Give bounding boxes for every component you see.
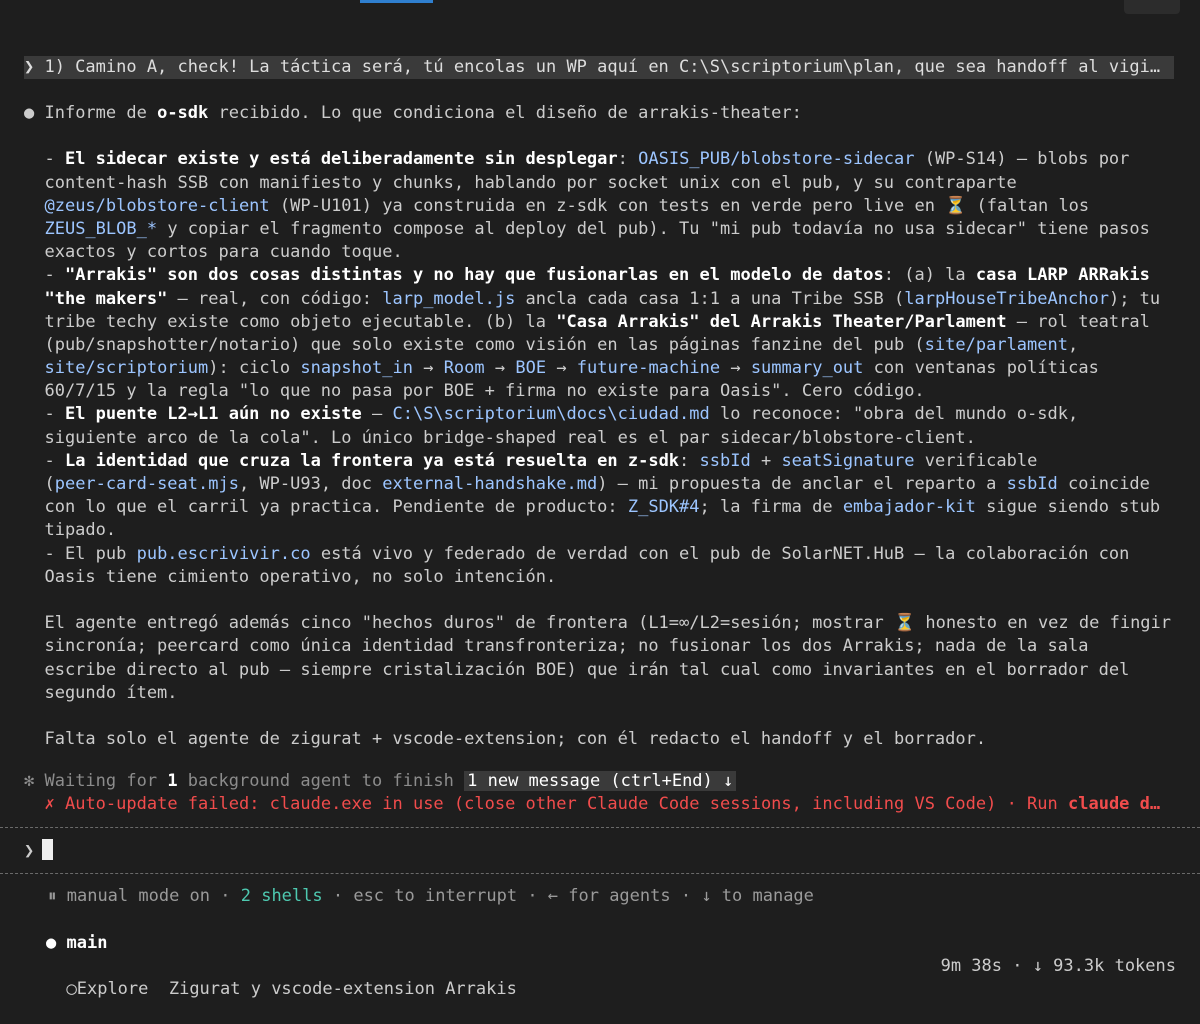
report-line: - El puente L2→L1 aún no existe — C:\S\s… bbox=[24, 404, 1079, 425]
report-line: Oasis tiene cimiento operativo, no solo … bbox=[24, 566, 557, 587]
code-ref: ZEUS_BLOB_* bbox=[44, 218, 158, 239]
prompt-icon: ❯ bbox=[24, 841, 35, 861]
code-ref: peer-card-seat.mjs bbox=[54, 474, 239, 494]
report-line: 60/7/15 y la regla "lo que no pasa por B… bbox=[24, 381, 925, 402]
report-line: site/scriptorium): ciclo snapshot_in → R… bbox=[44, 358, 1099, 379]
circle-icon: ◯ bbox=[66, 979, 77, 999]
input-separator-top bbox=[0, 827, 1200, 828]
autoupdate-error: ✗ Auto-update failed: claude.exe in use … bbox=[44, 794, 1161, 814]
code-ref: larpHouseTribeAnchor bbox=[904, 288, 1109, 309]
report-line: siguiente arco de la cola". Lo único bri… bbox=[24, 427, 976, 448]
code-ref: Z_SDK#4 bbox=[627, 497, 700, 518]
code-ref: site/parlament bbox=[924, 334, 1068, 355]
report-line: segundo ítem. bbox=[24, 682, 178, 703]
agent-explore[interactable]: ◯Explore Zigurat y vscode-extension Arra… bbox=[46, 955, 1176, 1024]
code-ref: larp_model.js bbox=[382, 288, 516, 309]
status-area: ✻ Waiting for 1 background agent to fini… bbox=[24, 770, 1184, 816]
error-icon: ✗ bbox=[44, 794, 55, 814]
code-ref: pub.escrivivir.co bbox=[136, 543, 311, 564]
code-ref: @zeus/blobstore-client bbox=[44, 195, 270, 216]
report-line: (peer-card-seat.mjs, WP-U93, doc externa… bbox=[24, 474, 1150, 494]
code-ref: seatSignature bbox=[781, 450, 915, 471]
input-box[interactable]: ❯ bbox=[24, 839, 54, 863]
code-ref: site/scriptorium bbox=[44, 358, 209, 379]
bullet-icon: ● bbox=[46, 933, 57, 953]
code-ref: external-handshake.md bbox=[382, 474, 598, 494]
code-ref: future-machine bbox=[576, 358, 721, 379]
code-ref: summary_out bbox=[750, 358, 864, 379]
report-line: exactos y cortos para cuando toque. bbox=[24, 242, 403, 263]
report-line: ZEUS_BLOB_* y copiar el fragmento compos… bbox=[44, 218, 1150, 239]
pause-icon: ⏸ bbox=[48, 886, 57, 906]
scrollbar-thumb[interactable] bbox=[1124, 0, 1180, 14]
report-line: content-hash SSB con manifiesto y chunks… bbox=[24, 172, 1017, 193]
report-line: - "Arrakis" son dos cosas distintas y no… bbox=[24, 265, 1150, 286]
bullet-icon: ● bbox=[24, 103, 35, 123]
code-ref: OASIS_PUB/blobstore-sidecar bbox=[638, 149, 915, 170]
code-ref: BOE bbox=[515, 358, 547, 379]
code-ref: Room bbox=[443, 358, 485, 379]
report-line: - El pub pub.escrivivir.co está vivo y f… bbox=[24, 543, 1130, 564]
agent-stats: 9m 38s · ↓ 93.3k tokens bbox=[940, 956, 1176, 976]
report-line: "the makers" — real, con código: larp_mo… bbox=[44, 288, 1161, 309]
report-line: tipado. bbox=[24, 520, 117, 541]
report-line: El agente entregó además cinco "hechos d… bbox=[24, 613, 1172, 634]
footer-hints: ⏸ manual mode on · 2 shells · esc to int… bbox=[48, 886, 814, 906]
report-line: - La identidad que cruza la frontera ya … bbox=[24, 450, 1038, 471]
code-ref: C:\S\scriptorium\docs\ciudad.md bbox=[392, 404, 710, 425]
report-line: escribe directo al pub — siempre cristal… bbox=[24, 659, 1130, 680]
active-tab-indicator bbox=[360, 0, 433, 3]
waiting-status: ✻ Waiting for 1 background agent to fini… bbox=[24, 770, 1184, 793]
report-line: (pub/snapshotter/notario) que solo exist… bbox=[24, 334, 1079, 355]
report-line: tribe techy existe como objeto ejecutabl… bbox=[24, 311, 1150, 332]
code-ref: snapshot_in bbox=[300, 358, 413, 379]
code-ref: ssbId bbox=[699, 450, 751, 471]
report-line: @zeus/blobstore-client (WP-U101) ya cons… bbox=[44, 195, 1090, 216]
report-line: - El sidecar existe y está deliberadamen… bbox=[24, 149, 1130, 170]
spinner-icon: ✻ bbox=[24, 771, 35, 791]
previous-user-prompt: ❯ 1) Camino A, check! La táctica será, t… bbox=[24, 56, 1174, 79]
new-message-button[interactable]: 1 new message (ctrl+End) ↓ bbox=[464, 771, 737, 791]
report-line: con lo que el carril ya practica. Pendie… bbox=[24, 497, 1161, 518]
report-line: sincronía; peercard como única identidad… bbox=[24, 636, 1089, 657]
agent-main[interactable]: ● main bbox=[46, 932, 107, 955]
assistant-report: ● Informe de o-sdk recibido. Lo que cond… bbox=[24, 102, 1189, 751]
code-ref: embajador-kit bbox=[842, 497, 976, 518]
text-cursor bbox=[42, 839, 54, 860]
code-ref: ssbId bbox=[1006, 474, 1058, 494]
report-line: Falta solo el agente de zigurat + vscode… bbox=[24, 729, 987, 750]
input-separator-bottom bbox=[0, 873, 1200, 874]
report-intro: ● Informe de o-sdk recibido. Lo que cond… bbox=[24, 103, 802, 123]
shells-link[interactable]: 2 shells bbox=[241, 886, 323, 906]
